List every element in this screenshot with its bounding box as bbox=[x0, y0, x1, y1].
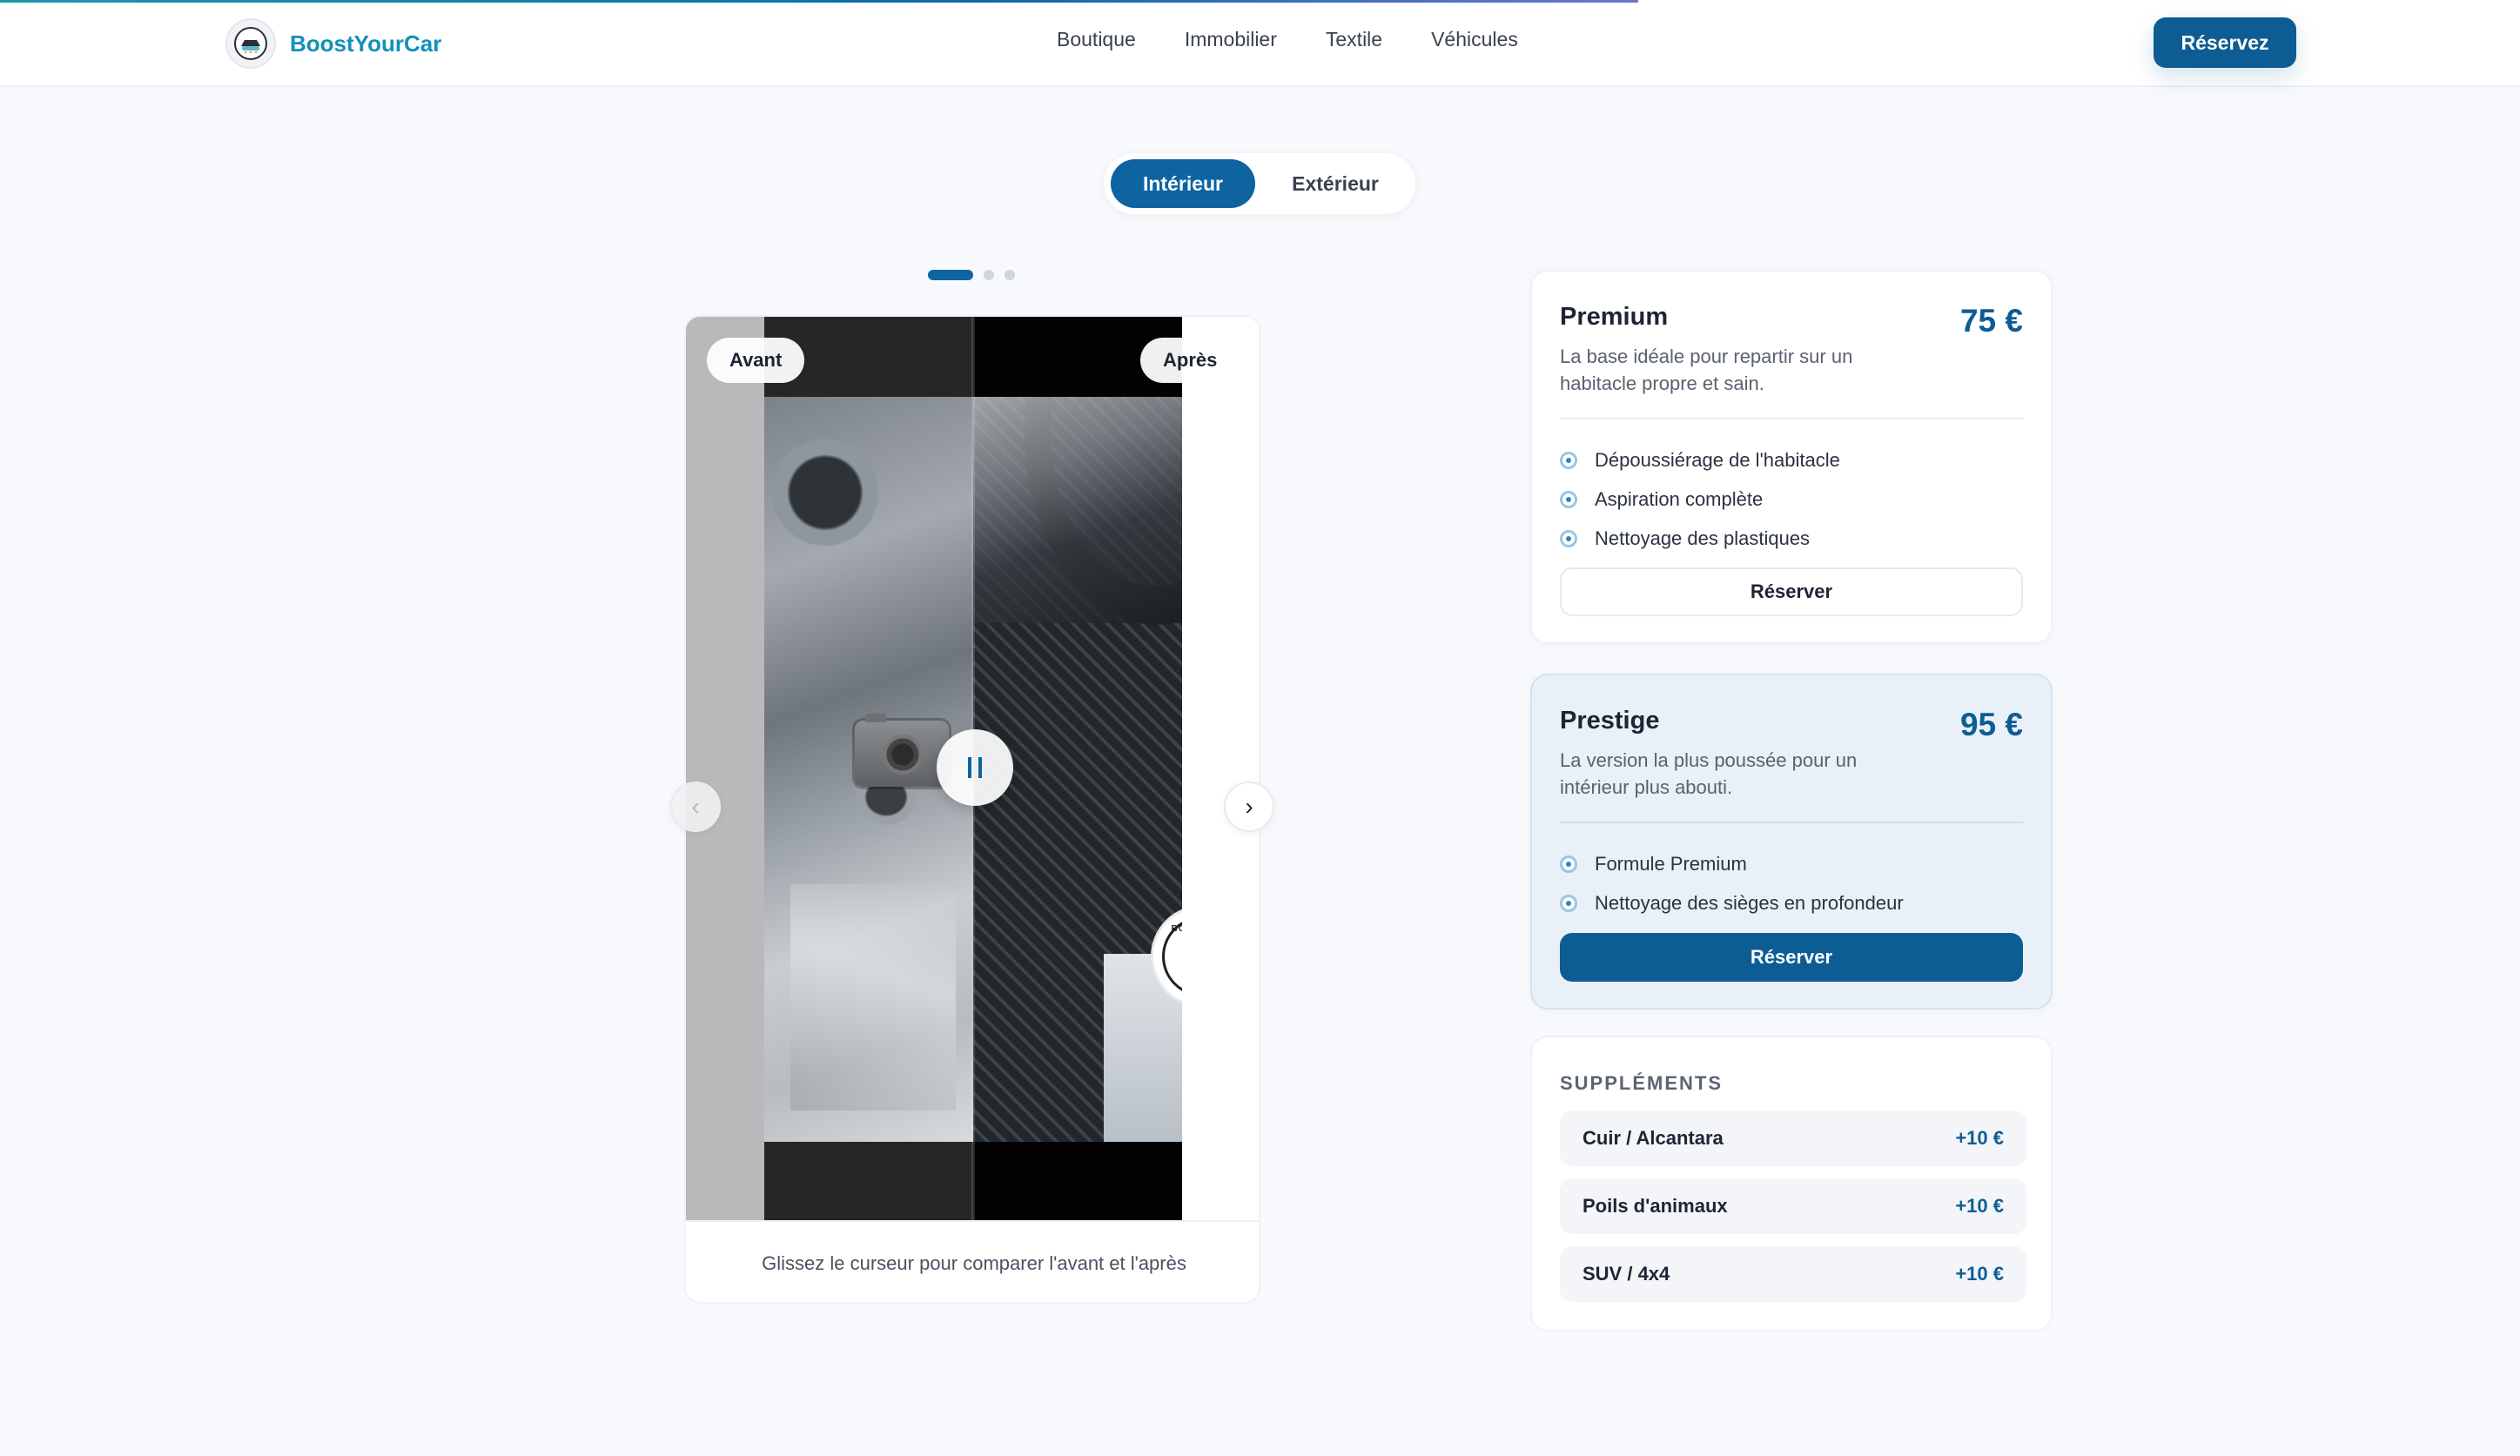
supplement-item[interactable]: SUV / 4x4 +10 € bbox=[1560, 1246, 2026, 1302]
nav-vehicules[interactable]: Véhicules bbox=[1431, 28, 1518, 51]
plan-price: 75 € bbox=[1959, 303, 2023, 339]
plan-title: Premium bbox=[1560, 303, 1669, 331]
feature-label: Aspiration complète bbox=[1595, 487, 1764, 510]
feature-label: Formule Premium bbox=[1595, 852, 1747, 875]
check-circle-icon bbox=[1560, 529, 1577, 547]
check-circle-icon bbox=[1560, 855, 1577, 873]
main-nav: Boutique Immobilier Textile Véhicules bbox=[1057, 28, 1518, 51]
plan-card-premium: Premium 75 € La base idéale pour reparti… bbox=[1530, 270, 2053, 644]
reserve-premium-button[interactable]: Réserver bbox=[1560, 567, 2023, 616]
after-label: Après bbox=[1140, 338, 1240, 383]
plan-card-prestige: Prestige 95 € La version la plus poussée… bbox=[1530, 674, 2053, 1010]
nav-textile[interactable]: Textile bbox=[1326, 28, 1382, 51]
reserve-cta-button[interactable]: Réservez bbox=[2154, 17, 2296, 68]
plan-description: La version la plus poussée pour un intér… bbox=[1560, 749, 1858, 798]
feature-item: Dépoussiérage de l'habitacle bbox=[1560, 440, 1840, 480]
pause-button[interactable] bbox=[937, 729, 1013, 806]
pause-icon-bar bbox=[978, 757, 982, 778]
carousel-dot-3[interactable] bbox=[1005, 270, 1015, 280]
tab-exterieur[interactable]: Extérieur bbox=[1262, 159, 1408, 208]
feature-label: Nettoyage des sièges en profondeur bbox=[1595, 891, 1904, 914]
before-after-card: BOOST YOUR CAR ★★★ Avant Après Glissez l… bbox=[684, 315, 1260, 1304]
watermark-badge: BOOST YOUR CAR ★★★ bbox=[1162, 916, 1182, 996]
before-after-viewer[interactable]: BOOST YOUR CAR ★★★ Avant Après bbox=[686, 317, 1259, 1220]
brand[interactable]: BoostYourCar bbox=[225, 18, 441, 69]
tab-interieur[interactable]: Intérieur bbox=[1111, 159, 1255, 208]
next-slide-button[interactable]: › bbox=[1224, 782, 1274, 832]
supplement-price: +10 € bbox=[1955, 1195, 2004, 1217]
nav-immobilier[interactable]: Immobilier bbox=[1185, 28, 1277, 51]
feature-label: Dépoussiérage de l'habitacle bbox=[1595, 448, 1840, 471]
supplements-title: SUPPLÉMENTS bbox=[1560, 1072, 1724, 1094]
viewer-padding-right bbox=[1182, 317, 1259, 1220]
site-header: BoostYourCar Boutique Immobilier Textile… bbox=[0, 0, 2520, 87]
carousel-dot-1[interactable] bbox=[928, 270, 973, 280]
logo-icon bbox=[225, 18, 276, 69]
scroll-progress-bar bbox=[0, 0, 1638, 3]
reserve-prestige-button[interactable]: Réserver bbox=[1560, 933, 2023, 982]
feature-item: Nettoyage des sièges en profondeur bbox=[1560, 883, 1904, 923]
supplement-name: SUV / 4x4 bbox=[1583, 1263, 1670, 1285]
plan-description: La base idéale pour repartir sur un habi… bbox=[1560, 346, 1853, 394]
before-label: Avant bbox=[707, 338, 805, 383]
supplement-price: +10 € bbox=[1955, 1127, 2004, 1149]
pause-icon bbox=[968, 757, 971, 778]
supplement-name: Poils d'animaux bbox=[1583, 1195, 1728, 1217]
supplement-name: Cuir / Alcantara bbox=[1583, 1127, 1724, 1149]
check-circle-icon bbox=[1560, 490, 1577, 508]
camera-icon bbox=[855, 714, 949, 787]
interior-exterior-toggle: Intérieur Extérieur bbox=[1104, 153, 1415, 214]
plan-price: 95 € bbox=[1959, 707, 2023, 742]
watermark-text: BOOST YOUR CAR bbox=[1171, 924, 1182, 934]
plan-features: Dépoussiérage de l'habitacle Aspiration … bbox=[1560, 440, 1840, 558]
feature-item: Nettoyage des plastiques bbox=[1560, 519, 1840, 558]
supplement-price: +10 € bbox=[1955, 1263, 2004, 1285]
comparison-caption: Glissez le curseur pour comparer l'avant… bbox=[686, 1220, 1259, 1302]
supplement-item[interactable]: Cuir / Alcantara +10 € bbox=[1560, 1110, 2026, 1166]
viewer-padding-left bbox=[686, 317, 764, 1220]
chevron-right-icon: › bbox=[1245, 793, 1253, 820]
chevron-left-icon: ‹ bbox=[691, 793, 700, 820]
divider bbox=[1560, 418, 2023, 419]
supplements-card: SUPPLÉMENTS Cuir / Alcantara +10 € Poils… bbox=[1530, 1036, 2053, 1332]
plan-features: Formule Premium Nettoyage des sièges en … bbox=[1560, 844, 1904, 923]
feature-item: Formule Premium bbox=[1560, 844, 1904, 883]
divider bbox=[1560, 822, 2023, 823]
feature-item: Aspiration complète bbox=[1560, 480, 1840, 519]
plan-title: Prestige bbox=[1560, 707, 1660, 735]
supplement-item[interactable]: Poils d'animaux +10 € bbox=[1560, 1178, 2026, 1234]
stars-icon: ★★★ bbox=[1177, 972, 1182, 987]
feature-label: Nettoyage des plastiques bbox=[1595, 527, 1811, 549]
previous-slide-button[interactable]: ‹ bbox=[670, 782, 721, 832]
brand-name: BoostYourCar bbox=[290, 30, 442, 57]
check-circle-icon bbox=[1560, 894, 1577, 912]
carousel-dot-2[interactable] bbox=[984, 270, 994, 280]
nav-boutique[interactable]: Boutique bbox=[1057, 28, 1136, 51]
check-circle-icon bbox=[1560, 451, 1577, 469]
